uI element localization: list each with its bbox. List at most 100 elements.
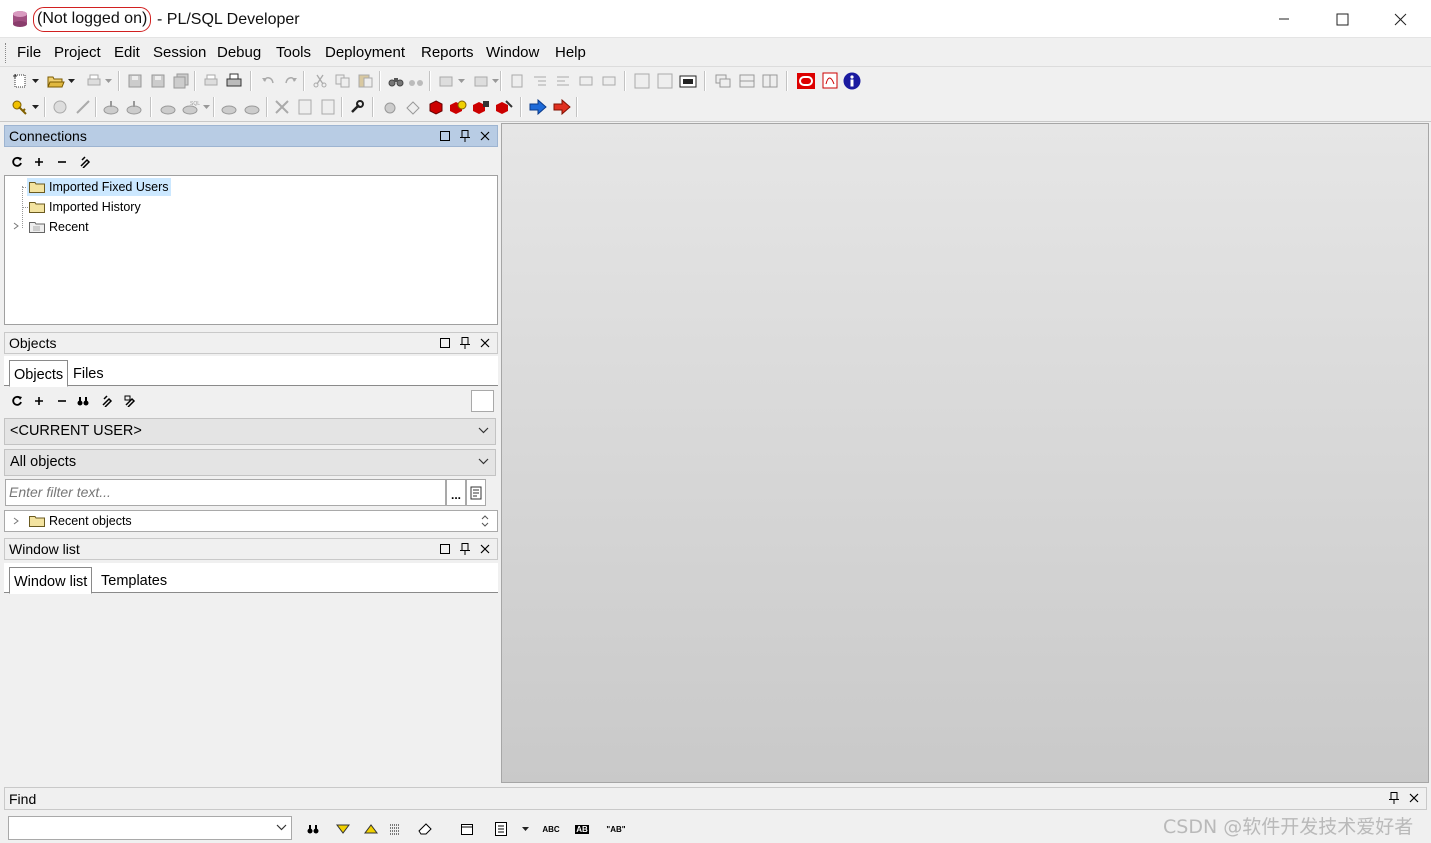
maximize-button[interactable] [1313, 0, 1371, 38]
menu-session[interactable]: Session [153, 44, 206, 62]
find-next-icon[interactable] [335, 820, 351, 838]
plugin-red-cube-icon[interactable] [426, 97, 445, 116]
clear-icon[interactable] [417, 820, 435, 838]
find-previous-icon[interactable] [363, 820, 379, 838]
filter-icon[interactable] [98, 392, 116, 410]
user-select[interactable]: <CURRENT USER> [4, 418, 496, 445]
panel-close-button[interactable] [1407, 791, 1421, 805]
plugin-red-2-icon[interactable] [472, 97, 491, 116]
tree-item-imported-history[interactable]: Imported History [27, 198, 144, 216]
tree-item-imported-fixed-users[interactable]: Imported Fixed Users [27, 178, 172, 196]
filter-options-button[interactable] [466, 479, 486, 506]
window-icon[interactable] [460, 820, 474, 838]
whole-word-icon[interactable]: AB [572, 820, 592, 838]
highlight-all-icon[interactable] [388, 820, 402, 838]
paste-icon[interactable] [356, 71, 375, 90]
remove-icon[interactable] [53, 392, 71, 410]
redo-icon[interactable] [281, 71, 300, 90]
execute-icon[interactable] [436, 71, 455, 90]
filter-more-button[interactable]: ... [446, 479, 466, 506]
menu-file[interactable]: File [17, 44, 41, 62]
plugin-2-icon[interactable] [403, 97, 422, 116]
preferences-wrench-icon[interactable] [347, 97, 366, 116]
cascade-icon[interactable] [713, 71, 732, 90]
db-export-icon[interactable] [101, 97, 120, 116]
forward-red-arrow-icon[interactable] [552, 97, 571, 116]
break-icon[interactable] [471, 71, 490, 90]
connection-settings-icon[interactable] [50, 97, 69, 116]
query-builder-icon[interactable] [632, 71, 651, 90]
log-on-dropdown-icon[interactable] [30, 97, 40, 116]
new-icon[interactable] [10, 71, 29, 90]
document-dropdown-icon[interactable] [520, 820, 530, 838]
menu-reports[interactable]: Reports [421, 44, 474, 62]
tab-templates[interactable]: Templates [97, 567, 171, 594]
menu-help[interactable]: Help [555, 44, 586, 62]
panel-close-button[interactable] [478, 542, 492, 556]
compile-icon[interactable] [219, 97, 238, 116]
execute-dropdown-icon[interactable] [456, 71, 466, 90]
commit-icon[interactable] [507, 71, 526, 90]
forward-blue-arrow-icon[interactable] [528, 97, 547, 116]
report-icon[interactable] [295, 97, 314, 116]
refresh-icon[interactable] [8, 153, 26, 171]
find-binoculars-icon[interactable] [386, 71, 405, 90]
find-binoculars-icon[interactable] [74, 392, 92, 410]
refresh-icon[interactable] [8, 392, 26, 410]
panel-pin-button[interactable] [458, 129, 472, 143]
copy-icon[interactable] [333, 71, 352, 90]
print-preview-icon[interactable] [201, 71, 220, 90]
break-dropdown-icon[interactable] [490, 71, 500, 90]
tab-objects[interactable]: Objects [9, 360, 69, 387]
tab-files[interactable]: Files [69, 360, 108, 387]
disconnect-icon[interactable] [73, 97, 92, 116]
tile-horizontal-icon[interactable] [737, 71, 756, 90]
tree-item-recent[interactable]: Recent [27, 218, 92, 236]
oracle-icon[interactable] [796, 71, 815, 90]
unindent-icon[interactable] [553, 71, 572, 90]
spin-updown-icon[interactable] [481, 514, 489, 528]
add-icon[interactable] [30, 392, 48, 410]
find-icon[interactable] [306, 820, 320, 838]
tree-item-recent-objects[interactable]: Recent objects [27, 512, 135, 530]
uncomment-icon[interactable] [599, 71, 618, 90]
print-icon[interactable] [84, 71, 103, 90]
edit-filter-icon[interactable] [121, 392, 139, 410]
snapshot-icon[interactable] [678, 71, 697, 90]
plugin-yellow-icon[interactable] [449, 97, 468, 116]
menu-grip[interactable] [5, 43, 8, 63]
save-as-icon[interactable] [148, 71, 167, 90]
menu-window[interactable]: Window [486, 44, 539, 62]
sql-dropdown-icon[interactable]: SQL [181, 97, 200, 116]
menu-edit[interactable]: Edit [114, 44, 140, 62]
close-button[interactable] [1371, 0, 1429, 38]
print-setup-icon[interactable] [224, 71, 243, 90]
menu-project[interactable]: Project [54, 44, 101, 62]
tools-icon[interactable] [272, 97, 291, 116]
quoted-icon[interactable]: "AB" [606, 820, 626, 838]
sql-window-icon[interactable] [158, 97, 177, 116]
object-type-select[interactable]: All objects [4, 449, 496, 476]
save-icon[interactable] [125, 71, 144, 90]
cut-icon[interactable] [310, 71, 329, 90]
expand-chevron-icon[interactable] [13, 517, 19, 525]
save-all-icon[interactable] [171, 71, 190, 90]
sql-window-dropdown-icon[interactable] [201, 97, 211, 116]
find-replace-icon[interactable] [406, 71, 425, 90]
new-dropdown-icon[interactable] [30, 71, 40, 90]
remove-icon[interactable] [53, 153, 71, 171]
open-dropdown-icon[interactable] [66, 71, 76, 90]
objects-color-swatch[interactable] [471, 390, 494, 412]
pdf-manual-icon[interactable] [820, 71, 839, 90]
log-on-icon[interactable] [10, 97, 29, 116]
panel-pin-button[interactable] [458, 542, 472, 556]
print-dropdown-icon[interactable] [103, 71, 113, 90]
about-info-icon[interactable] [842, 71, 861, 90]
panel-float-button[interactable] [438, 542, 452, 556]
open-icon[interactable] [46, 71, 65, 90]
explain-plan-icon[interactable] [655, 71, 674, 90]
edit-connection-icon[interactable] [76, 153, 94, 171]
comment-icon[interactable] [576, 71, 595, 90]
compile-all-icon[interactable] [242, 97, 261, 116]
menu-deployment[interactable]: Deployment [325, 44, 405, 62]
